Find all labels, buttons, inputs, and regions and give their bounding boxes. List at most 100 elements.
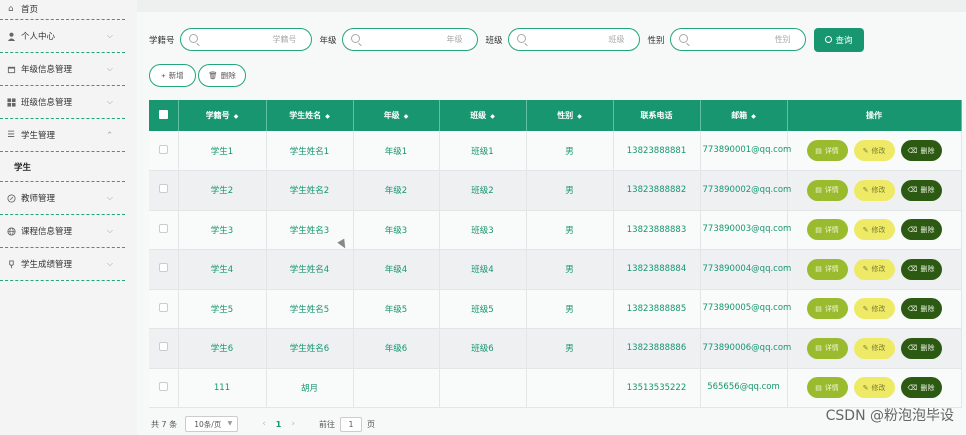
page-number-current[interactable]: 1 <box>276 420 282 429</box>
search-input-class[interactable] <box>507 28 640 51</box>
edit-button[interactable]: ✎ 修改 <box>853 258 895 280</box>
delete-button[interactable]: ⌫ 删除 <box>900 179 942 201</box>
cell-phone: 13823888882 <box>613 170 701 211</box>
sidebar-item-teachers[interactable]: 教师管理 ⌵ <box>0 182 125 215</box>
edit-button[interactable]: ✎ 修改 <box>853 377 895 399</box>
trash-icon: ⌫ <box>907 345 918 353</box>
sidebar-item-home[interactable]: ⌂ 首页 <box>0 0 125 20</box>
cell-grade <box>353 368 440 408</box>
detail-button[interactable]: ▤ 详情 <box>806 258 848 280</box>
row-select-cell[interactable] <box>149 368 179 408</box>
next-page-button[interactable]: › <box>291 419 295 429</box>
table-row: 111 胡月 13513535222 565656@qq.com ▤ 详情 ✎ 修改 ⌫ 删… <box>149 368 962 408</box>
row-checkbox[interactable] <box>158 184 168 194</box>
row-checkbox[interactable] <box>158 223 168 233</box>
sidebar-item-grade[interactable]: 年级信息管理 ⌵ <box>0 53 125 86</box>
search-input-grade[interactable] <box>341 28 478 51</box>
cell-email: 773890006@qq.com <box>700 328 791 369</box>
row-checkbox[interactable] <box>158 144 168 154</box>
row-select-cell[interactable] <box>149 289 179 329</box>
header-gender[interactable]: 性别 ◆ <box>526 100 614 131</box>
chevron-down-icon: ⌵ <box>106 64 113 73</box>
goto-page-input[interactable]: 1 <box>339 416 362 432</box>
row-select-cell[interactable] <box>149 170 179 211</box>
cell-email: 773890003@qq.com <box>700 210 791 250</box>
query-button[interactable]: 查询 <box>813 27 864 52</box>
document-icon: ▤ <box>815 305 822 313</box>
cell-gender: 男 <box>526 328 614 369</box>
edit-button[interactable]: ✎ 修改 <box>853 219 895 241</box>
student-id-input[interactable] <box>180 29 311 50</box>
delete-button[interactable]: ⌫ 删除 <box>900 219 942 241</box>
sort-icon: ◆ <box>490 113 495 120</box>
search-input-gender[interactable] <box>669 28 806 51</box>
add-button[interactable]: + 新增 <box>149 64 196 87</box>
globe-icon <box>6 226 16 236</box>
sort-icon: ◆ <box>577 113 582 120</box>
pencil-icon: ✎ <box>862 187 869 195</box>
row-select-cell[interactable] <box>149 249 179 290</box>
chevron-down-icon: ⌵ <box>106 97 113 106</box>
header-student-id[interactable]: 学籍号 ◆ <box>178 100 267 131</box>
header-student-name[interactable]: 学生姓名 ◆ <box>266 100 354 131</box>
edit-button[interactable]: ✎ 修改 <box>853 337 895 359</box>
select-all-checkbox[interactable] <box>158 110 168 119</box>
cell-gender: 男 <box>526 289 614 329</box>
sidebar-item-label: 教师管理 <box>21 194 56 204</box>
delete-button[interactable]: ⌫ 删除 <box>900 337 942 359</box>
row-select-cell[interactable] <box>149 131 179 171</box>
row-checkbox[interactable] <box>158 342 168 352</box>
row-checkbox[interactable] <box>158 381 168 391</box>
batch-delete-button[interactable]: 🗑 删除 <box>198 64 246 87</box>
select-all-cell[interactable] <box>149 100 179 131</box>
detail-button[interactable]: ▤ 详情 <box>806 337 848 359</box>
sidebar-item-label: 学生成绩管理 <box>21 260 73 270</box>
sidebar-item-scores[interactable]: 学生成绩管理 ⌵ <box>0 248 125 281</box>
detail-button[interactable]: ▤ 详情 <box>806 179 848 201</box>
edit-button[interactable]: ✎ 修改 <box>853 179 895 201</box>
sidebar-item-courses[interactable]: 课程信息管理 ⌵ <box>0 215 125 248</box>
sidebar-item-students[interactable]: ☰ 学生管理 ⌃ <box>0 119 125 152</box>
grade-input[interactable] <box>342 29 477 50</box>
sidebar-subitem-student[interactable]: 学生 <box>0 152 125 182</box>
delete-button[interactable]: ⌫ 删除 <box>900 298 942 320</box>
cell-grade: 年级5 <box>353 289 440 329</box>
detail-button[interactable]: ▤ 详情 <box>806 219 848 241</box>
class-input[interactable] <box>508 29 639 50</box>
cell-student-id: 学生4 <box>178 249 267 290</box>
detail-button[interactable]: ▤ 详情 <box>806 298 848 320</box>
compass-icon <box>6 193 16 203</box>
cell-student-name: 学生姓名1 <box>266 131 354 171</box>
search-bar: 学籍号 年级 班级 性别 查询 <box>149 27 864 52</box>
search-icon <box>350 34 360 43</box>
row-select-cell[interactable] <box>149 328 179 369</box>
search-label-student-id: 学籍号 <box>149 35 175 46</box>
pencil-icon: ✎ <box>862 147 869 155</box>
goto-page: 前往 1 页 <box>319 416 375 432</box>
trash-icon: ⌫ <box>907 266 918 274</box>
edit-button[interactable]: ✎ 修改 <box>853 298 895 320</box>
edit-button[interactable]: ✎ 修改 <box>853 140 895 161</box>
row-select-cell[interactable] <box>149 210 179 250</box>
detail-button[interactable]: ▤ 详情 <box>806 377 848 399</box>
detail-button[interactable]: ▤ 详情 <box>806 140 848 161</box>
sidebar-item-class[interactable]: 班级信息管理 ⌵ <box>0 86 125 119</box>
add-button-label: 新增 <box>168 71 184 80</box>
delete-button[interactable]: ⌫ 删除 <box>900 258 942 280</box>
gender-input[interactable] <box>670 29 805 50</box>
header-class[interactable]: 班级 ◆ <box>439 100 527 131</box>
prev-page-button[interactable]: ‹ <box>262 419 266 429</box>
header-grade[interactable]: 年级 ◆ <box>353 100 440 131</box>
sidebar-item-profile[interactable]: 个人中心 ⌵ <box>0 20 125 53</box>
table-row: 学生3 学生姓名3 年级3 班级3 男 13823888883 773890003@qq.c… <box>149 210 962 250</box>
page-size-select[interactable]: 10条/页 ▼ <box>185 416 239 432</box>
header-email[interactable]: 邮箱 ◆ <box>700 100 788 131</box>
delete-button[interactable]: ⌫ 删除 <box>900 377 942 399</box>
table-body: 学生1 学生姓名1 年级1 班级1 男 13823888881 773890001@qq.c… <box>149 131 962 408</box>
row-checkbox[interactable] <box>158 302 168 312</box>
delete-button[interactable]: ⌫ 删除 <box>900 140 942 161</box>
search-input-student-id[interactable] <box>179 28 312 51</box>
row-checkbox[interactable] <box>158 263 168 273</box>
chevron-down-icon: ⌵ <box>106 193 113 202</box>
cell-actions: ▤ 详情 ✎ 修改 ⌫ 删除 <box>787 170 962 211</box>
